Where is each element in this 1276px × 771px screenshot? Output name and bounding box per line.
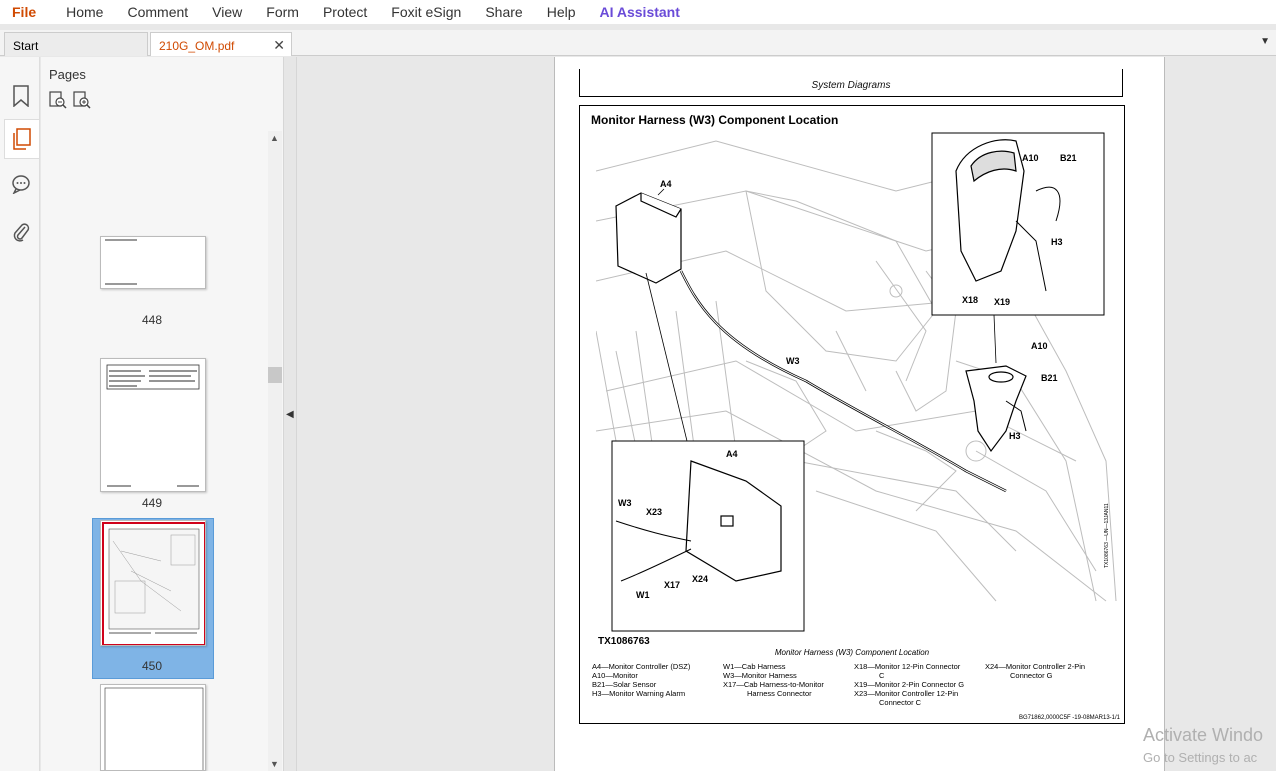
page-header-title: System Diagrams <box>811 80 891 91</box>
document-view[interactable]: System Diagrams Monitor Harness (W3) Com… <box>297 57 1276 771</box>
menu-file[interactable]: File <box>0 4 54 20</box>
menu-view[interactable]: View <box>200 4 254 20</box>
figure-caption: Monitor Harness (W3) Component Location <box>774 648 930 657</box>
menu-comment[interactable]: Comment <box>115 4 200 20</box>
page-thumbnail-448[interactable] <box>100 236 206 289</box>
zoom-in-thumbnail-icon[interactable] <box>73 91 93 111</box>
figure-title: Monitor Harness (W3) Component Location <box>591 113 839 127</box>
legend-item: W1—Cab Harness <box>723 662 786 671</box>
page-thumbnail-451[interactable] <box>100 684 206 771</box>
legend-item: Harness Connector <box>747 689 812 698</box>
legend-item: X18—Monitor 12-Pin Connector <box>854 662 961 671</box>
legend-item: B21—Solar Sensor <box>592 680 657 689</box>
tab-document-label: 210G_OM.pdf <box>159 39 235 53</box>
activation-watermark: Activate Windo <box>1143 725 1264 745</box>
legend-item: X19—Monitor 2-Pin Connector G <box>854 680 965 689</box>
callout-label-h3: H3 <box>1009 431 1021 441</box>
zoom-out-thumbnail-icon[interactable] <box>49 91 69 111</box>
panel-scrollbar[interactable]: ▲ ▼ <box>268 131 282 771</box>
pages-icon[interactable] <box>4 119 40 159</box>
tab-start[interactable]: Start <box>4 32 148 56</box>
callout-label-x24: X24 <box>692 574 708 584</box>
menu-protect[interactable]: Protect <box>311 4 379 20</box>
callout-label-w3: W3 <box>618 498 632 508</box>
callout-label-h3: H3 <box>1051 237 1063 247</box>
legend-column-4: X24—Monitor Controller 2-Pin Connector G <box>985 662 1085 680</box>
legend-item: W3—Monitor Harness <box>723 671 797 680</box>
left-nav-rail <box>0 57 40 771</box>
page-thumbnail-449[interactable] <box>100 358 206 492</box>
menu-esign[interactable]: Foxit eSign <box>379 4 473 20</box>
harness-diagram: A4 A4 A10 A10 B21 B21 H3 H3 X18 X19 W3 W3 X23 X17 X24 W… <box>596 132 1117 632</box>
menu-home[interactable]: Home <box>54 4 115 20</box>
document-tab-bar: Start 210G_OM.pdf ✕ ▼ <box>0 30 1276 56</box>
thumbnail-label-450: 450 <box>141 659 163 673</box>
callout-label-a10: A10 <box>1022 153 1039 163</box>
footer-reference: BG71862,0000C5F -19-08MAR13-1/1 <box>1018 715 1120 721</box>
menu-form[interactable]: Form <box>254 4 311 20</box>
callout-label-x18: X18 <box>962 295 978 305</box>
bookmark-icon[interactable] <box>6 81 36 111</box>
callout-label-a4: A4 <box>726 449 738 459</box>
callout-label-x19: X19 <box>994 297 1010 307</box>
menu-ai-assistant[interactable]: AI Assistant <box>588 4 692 20</box>
menu-help[interactable]: Help <box>535 4 588 20</box>
page-thumbnail-450[interactable] <box>100 520 206 646</box>
figure-id: TX1086763 <box>598 636 650 647</box>
chevron-down-icon[interactable]: ▼ <box>1260 36 1270 47</box>
scroll-down-icon[interactable]: ▼ <box>270 759 279 769</box>
callout-label-x17: X17 <box>664 580 680 590</box>
legend-item: X24—Monitor Controller 2-Pin <box>985 662 1086 671</box>
callout-label-w3: W3 <box>786 356 800 366</box>
legend-item: A10—Monitor <box>592 671 638 680</box>
figure-frame: Monitor Harness (W3) Component Location <box>579 105 1125 724</box>
pdf-page: System Diagrams Monitor Harness (W3) Com… <box>554 57 1165 771</box>
attachment-icon[interactable] <box>6 217 36 247</box>
legend-item: Connector C <box>879 698 922 707</box>
thumbnail-label-448: 448 <box>141 313 163 327</box>
legend-item: Connector G <box>1010 671 1053 680</box>
callout-label-b21: B21 <box>1060 153 1077 163</box>
panel-title: Pages <box>49 67 86 82</box>
page-header: System Diagrams <box>579 69 1123 97</box>
legend-column-3: X18—Monitor 12-Pin Connector C X19—Monit… <box>854 662 964 707</box>
scrollbar-thumb[interactable] <box>268 367 282 383</box>
legend-column-1: A4—Monitor Controller (DSZ) A10—Monitor … <box>592 662 690 698</box>
scroll-up-icon[interactable]: ▲ <box>270 133 279 143</box>
callout-label-a10: A10 <box>1031 341 1048 351</box>
legend-item: X23—Monitor Controller 12-Pin <box>854 689 959 698</box>
callout-label-x23: X23 <box>646 507 662 517</box>
legend-item: X17—Cab Harness-to-Monitor <box>723 680 824 689</box>
menu-share[interactable]: Share <box>473 4 534 20</box>
figure-side-text: TX1086763 —UN—13JAN11 <box>1104 503 1110 568</box>
close-icon[interactable]: ✕ <box>273 37 285 54</box>
collapse-panel-icon[interactable]: ◀ <box>286 409 294 420</box>
panel-splitter[interactable]: ◀ <box>283 57 297 771</box>
legend-item: C <box>879 671 885 680</box>
activation-watermark-sub: Go to Settings to ac <box>1143 750 1258 765</box>
pages-panel: Pages 448 449 450 ▲ ▼ <box>41 57 283 771</box>
callout-label-b21: B21 <box>1041 373 1058 383</box>
legend-item: A4—Monitor Controller (DSZ) <box>592 662 691 671</box>
callout-label-w1: W1 <box>636 590 650 600</box>
callout-label-a4: A4 <box>660 179 672 189</box>
comment-icon[interactable] <box>6 169 36 199</box>
tab-document[interactable]: 210G_OM.pdf ✕ <box>150 32 292 56</box>
legend-column-2: W1—Cab Harness W3—Monitor Harness X17—Ca… <box>723 662 824 698</box>
legend-item: H3—Monitor Warning Alarm <box>592 689 686 698</box>
thumbnail-label-449: 449 <box>141 496 163 510</box>
menu-bar: File Home Comment View Form Protect Foxi… <box>0 0 1276 24</box>
